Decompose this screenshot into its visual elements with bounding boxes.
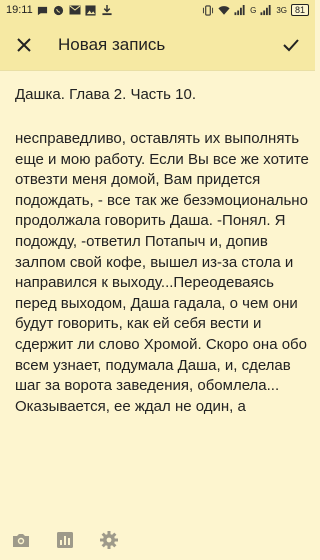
camera-icon	[13, 534, 29, 547]
page-title: Новая запись	[58, 35, 166, 54]
network-type-label: G	[250, 5, 257, 15]
camera-button[interactable]	[10, 529, 32, 551]
close-icon	[17, 38, 31, 52]
message-icon	[37, 4, 49, 16]
status-time: 19:11	[6, 4, 33, 16]
status-bar-right: G 3G 81	[202, 4, 309, 16]
signal-icon-2	[260, 4, 272, 16]
note-title-field[interactable]: Дашка. Глава 2. Часть 10.	[15, 86, 305, 103]
status-bar-left: 19:11	[6, 4, 113, 16]
signal-icon	[234, 4, 246, 16]
network-type-label-2: 3G	[276, 5, 287, 15]
whatsapp-icon	[53, 4, 65, 16]
status-bar: 19:11 G 3G 81	[0, 0, 315, 20]
bottom-toolbar	[0, 520, 315, 560]
settings-button[interactable]	[98, 529, 120, 551]
gallery-icon	[85, 4, 97, 16]
app-toolbar: Новая запись	[0, 20, 315, 70]
toolbar-divider	[0, 70, 315, 71]
check-icon	[283, 39, 299, 52]
battery-level: 81	[294, 5, 305, 15]
confirm-button[interactable]	[279, 33, 303, 57]
chart-icon	[57, 532, 73, 548]
note-body-field[interactable]: несправедливо, оставлять их выполнять ещ…	[15, 129, 310, 501]
download-icon	[101, 4, 113, 16]
mail-icon	[69, 4, 81, 16]
chart-button[interactable]	[54, 529, 76, 551]
settings-icon	[100, 531, 118, 549]
wifi-icon	[218, 4, 230, 16]
vibrate-icon	[202, 4, 214, 16]
battery-icon: 81	[290, 4, 309, 16]
close-button[interactable]	[12, 33, 36, 57]
